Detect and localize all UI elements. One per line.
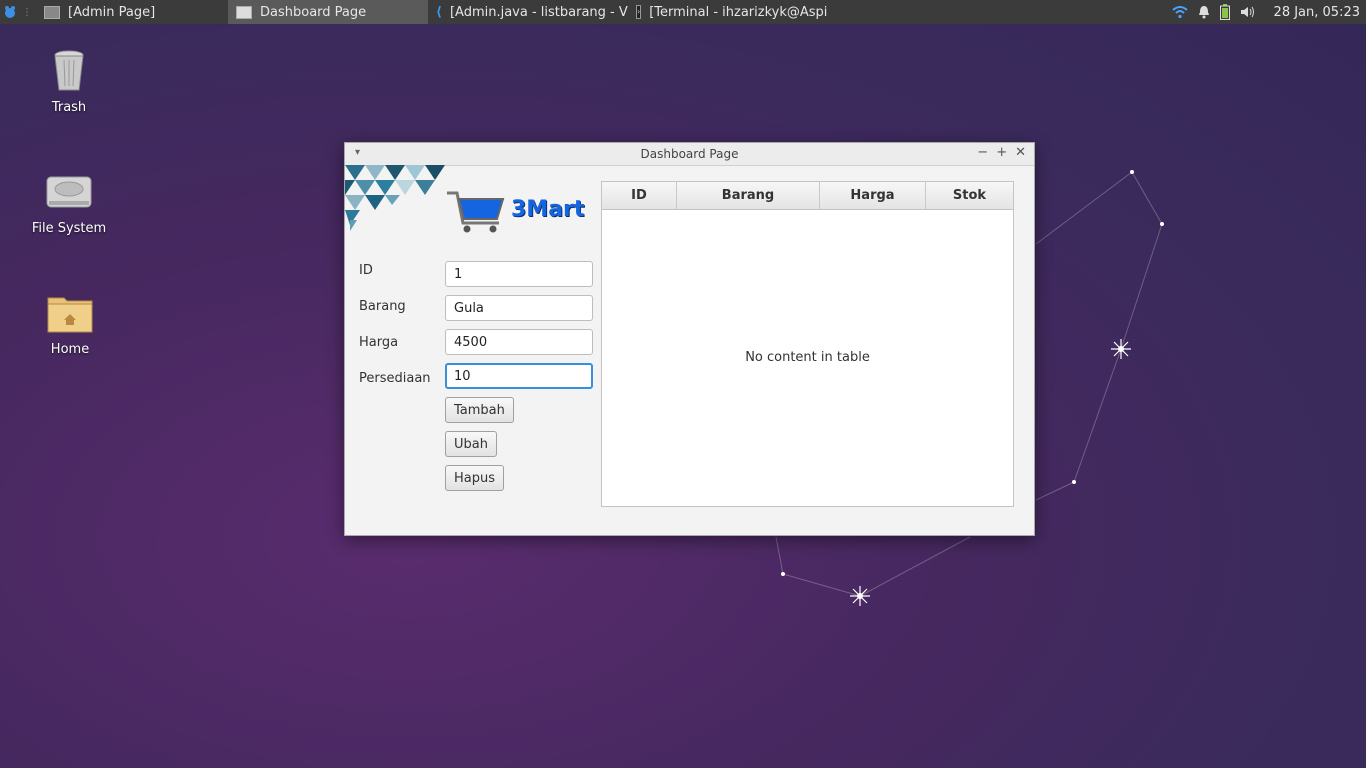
dashboard-window: ▾ Dashboard Page − + ✕ 3Mart ID 1 Barang… [344,142,1035,536]
column-header-barang[interactable]: Barang [677,182,820,209]
table-header: ID Barang Harga Stok [602,182,1013,210]
close-icon[interactable]: ✕ [1015,145,1026,160]
hapus-button[interactable]: Hapus [445,465,505,491]
id-label: ID [359,263,373,278]
harga-field[interactable] [445,329,593,355]
desktop-icon-file-system[interactable]: File System [29,167,109,236]
minimize-icon[interactable]: − [977,145,988,160]
window-title: Dashboard Page [640,147,739,161]
barang-label: Barang [359,299,406,314]
persediaan-label: Persediaan [359,371,431,386]
desktop-icon-trash[interactable]: Trash [29,46,109,115]
trash-icon [45,46,93,94]
shopping-cart-icon [447,191,505,233]
window-titlebar[interactable]: ▾ Dashboard Page − + ✕ [345,143,1034,166]
desktop-icon-label: Home [50,342,90,357]
triangle-pattern-decoration [345,165,445,231]
tambah-button[interactable]: Tambah [445,397,514,423]
desktop-icon-label: Trash [51,100,87,115]
home-folder-icon [46,288,94,336]
app-logo: 3Mart [445,189,595,235]
ubah-button[interactable]: Ubah [445,431,497,457]
desktop-icon-home[interactable]: Home [30,288,110,357]
harga-label: Harga [359,335,399,350]
column-header-id[interactable]: ID [602,182,677,209]
hard-drive-icon [45,167,93,215]
maximize-icon[interactable]: + [996,145,1007,160]
table-empty-message: No content in table [745,350,870,365]
barang-field[interactable] [445,295,593,321]
column-header-harga[interactable]: Harga [820,182,926,209]
id-field[interactable] [445,261,593,287]
desktop-icon-label: File System [31,221,107,236]
column-header-stok[interactable]: Stok [926,182,1013,209]
barang-table[interactable]: ID Barang Harga Stok No content in table [601,181,1014,507]
logo-text: 3Mart [511,197,585,222]
persediaan-field[interactable] [445,363,593,389]
